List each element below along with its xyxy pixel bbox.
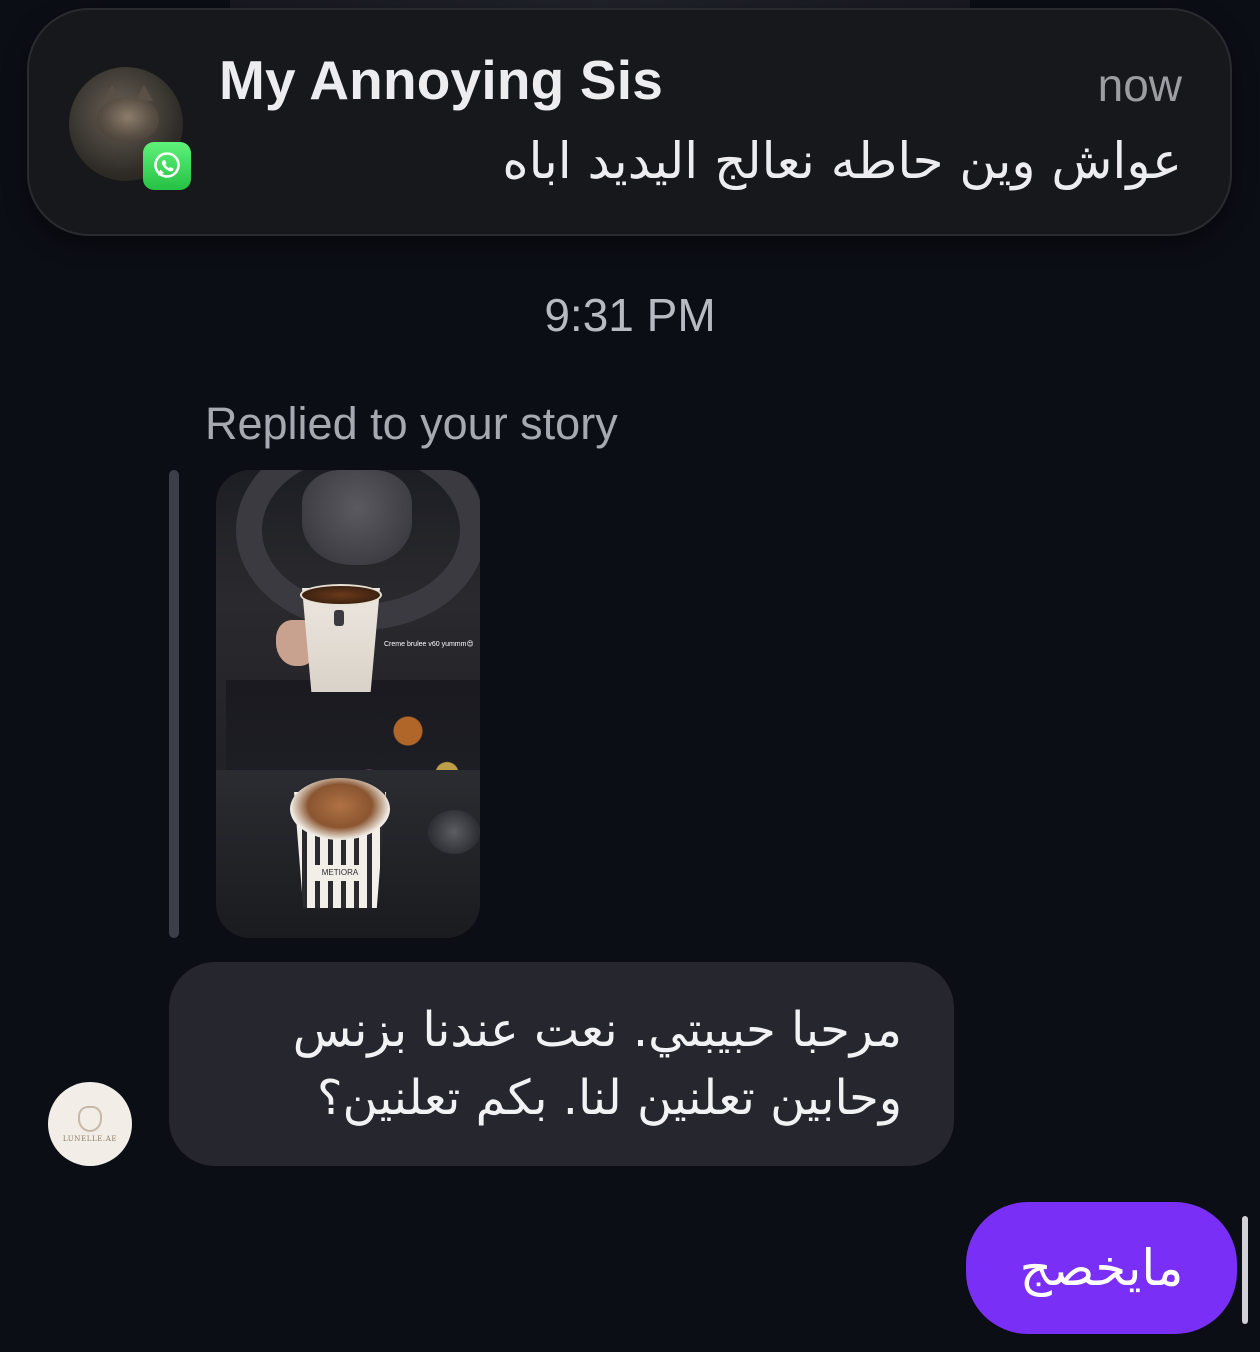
steering-wheel-hub	[302, 470, 412, 565]
message-timestamp: 9:31 PM	[544, 289, 716, 341]
whatsapp-icon	[143, 142, 191, 190]
notification-sender-name: My Annoying Sis	[219, 49, 664, 111]
notification-time: now	[1097, 59, 1182, 111]
notification-message: عواش وين حاطه نعالج اليديد اباه	[502, 132, 1182, 190]
outgoing-message-bubble[interactable]: مايخصج	[966, 1202, 1237, 1334]
console-knob	[428, 810, 480, 854]
dessert-topping	[290, 778, 390, 840]
avatar-brand-text: LUNELLE.AE	[62, 1134, 118, 1143]
whatsapp-notification-banner[interactable]: My Annoying Sis now عواش وين حاطه نعالج …	[27, 8, 1232, 236]
cup-brand-label: METIORA	[314, 865, 366, 881]
coffee-lid	[300, 584, 382, 606]
story-thumbnail[interactable]: Creme brulee v60 yummm😍 METIORA	[216, 470, 480, 938]
dm-thread-screen: My Annoying Sis now عواش وين حاطه نعالج …	[0, 0, 1260, 1352]
scrollbar[interactable]	[1242, 1216, 1248, 1324]
outgoing-message-text: مايخصج	[1019, 1239, 1184, 1297]
incoming-message-bubble[interactable]: مرحبا حبيبتي. نعت عندنا بزنس وحابين تعلن…	[169, 962, 954, 1166]
incoming-message-text: مرحبا حبيبتي. نعت عندنا بزنس وحابين تعلن…	[292, 1002, 902, 1126]
cup-tag	[334, 610, 344, 626]
brand-crest-icon	[78, 1105, 102, 1132]
cat-image	[97, 85, 159, 141]
background-content-peek	[230, 0, 970, 8]
story-reply-label: Replied to your story	[205, 398, 618, 449]
story-caption: Creme brulee v60 yummm😍	[384, 641, 474, 648]
sender-profile-avatar[interactable]: LUNELLE.AE	[48, 1082, 132, 1166]
reply-indicator-bar	[169, 470, 179, 938]
